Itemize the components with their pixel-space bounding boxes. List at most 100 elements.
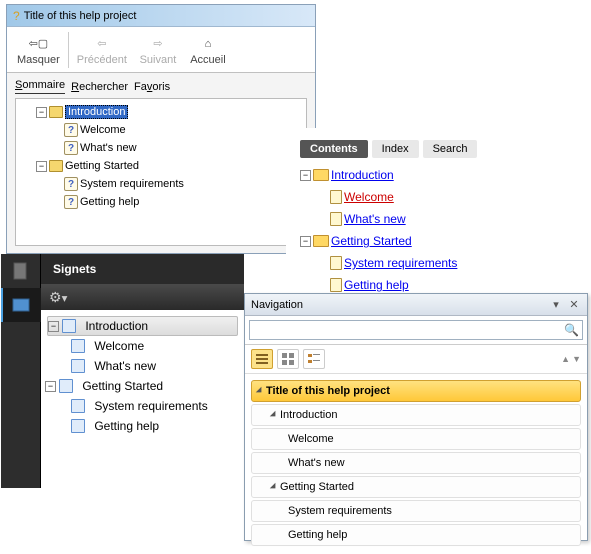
tree-label: Getting help (94, 419, 159, 433)
dropdown-icon[interactable]: ▾ (549, 298, 563, 312)
tree-row-whatsnew[interactable]: What's new (300, 208, 572, 230)
next-button[interactable]: ⇨Suivant (133, 32, 183, 68)
nav-row-whatsnew[interactable]: What's new (251, 452, 581, 474)
chm-tree[interactable]: − Introduction ? Welcome ? What's new − … (15, 98, 307, 246)
nav-label: System requirements (288, 505, 392, 517)
web-tree[interactable]: − Introduction Welcome What's new − Gettin… (300, 164, 572, 296)
tree-row-getting[interactable]: − Getting Started (45, 376, 240, 396)
down-icon[interactable]: ▼ (572, 354, 581, 364)
tree-row-intro[interactable]: − Introduction (47, 316, 238, 336)
question-icon: ? (64, 177, 78, 191)
page-icon (59, 379, 73, 393)
tree-label: System requirements (94, 399, 207, 413)
folder-open-icon (313, 169, 329, 181)
sidebar-book-icon[interactable] (1, 288, 41, 322)
tab-favoris[interactable]: Favoris (134, 79, 170, 94)
search-input[interactable] (249, 320, 583, 340)
tab-rechercher[interactable]: Rechercher (71, 79, 128, 94)
prev-icon: ⇦ (97, 34, 106, 54)
expander-icon[interactable]: − (45, 381, 56, 392)
tree-row-sysreq[interactable]: System requirements (300, 252, 572, 274)
next-label: Suivant (140, 54, 177, 66)
nav-row-intro[interactable]: Introduction (251, 404, 581, 426)
tree-row-gethelp[interactable]: Getting help (45, 416, 240, 436)
tree-link[interactable]: Welcome (344, 186, 394, 208)
tree-row-getting[interactable]: − Getting Started (20, 157, 302, 175)
nav-tree[interactable]: Title of this help project Introduction … (245, 374, 587, 554)
tree-link[interactable]: Getting Started (331, 230, 412, 252)
page-icon (71, 399, 85, 413)
expander-icon[interactable]: − (300, 236, 311, 247)
dark-tree[interactable]: − Introduction Welcome What's new − Gett… (41, 310, 244, 488)
up-icon[interactable]: ▲ (561, 354, 570, 364)
tree-label: Welcome (94, 339, 144, 353)
nav-label: Getting help (288, 529, 347, 541)
nav-row-welcome[interactable]: Welcome (251, 428, 581, 450)
prev-button[interactable]: ⇦Précédent (71, 32, 133, 68)
dark-toolbar: ⚙▾ (41, 284, 244, 310)
home-icon: ⌂ (205, 34, 212, 54)
view-detail-icon[interactable] (303, 349, 325, 369)
dark-help-window: Signets ⚙▾ − Introduction Welcome What's… (1, 254, 244, 488)
nav-label: Welcome (288, 433, 334, 445)
tree-row-sysreq[interactable]: System requirements (45, 396, 240, 416)
tree-link[interactable]: What's new (344, 208, 406, 230)
tree-row-gethelp[interactable]: ? Getting help (20, 193, 302, 211)
tree-label: Introduction (65, 105, 128, 119)
tree-label: System requirements (80, 178, 184, 190)
nav-label: Introduction (280, 409, 337, 421)
page-icon (71, 419, 85, 433)
gear-icon[interactable]: ⚙▾ (49, 289, 67, 306)
nav-row-getting[interactable]: Getting Started (251, 476, 581, 498)
tab-contents[interactable]: Contents (300, 140, 368, 158)
nav-row-root[interactable]: Title of this help project (251, 380, 581, 402)
search-icon[interactable]: 🔍 (564, 323, 579, 337)
chm-help-window: ? Title of this help project ⇦▢Masquer ⇦… (6, 4, 316, 254)
tree-row-intro[interactable]: − Introduction (20, 103, 302, 121)
triangle-icon (270, 483, 278, 491)
navigation-pane: Navigation ▾ ✕ 🔍 ▲▼ Title of this help p… (244, 293, 588, 541)
folder-open-icon (313, 235, 329, 247)
tree-row-intro[interactable]: − Introduction (300, 164, 572, 186)
view-list-icon[interactable] (251, 349, 273, 369)
tab-sommaire[interactable]: SSommaireommaire (15, 79, 65, 94)
prev-label: Précédent (77, 54, 127, 66)
view-grid-icon[interactable] (277, 349, 299, 369)
tab-search[interactable]: Search (423, 140, 478, 158)
tree-label: Getting Started (65, 160, 139, 172)
sidebar-doc-icon[interactable] (1, 254, 41, 288)
tree-row-whatsnew[interactable]: What's new (45, 356, 240, 376)
expander-icon[interactable]: − (48, 321, 59, 332)
expander-icon[interactable]: − (36, 161, 47, 172)
home-button[interactable]: ⌂Accueil (183, 32, 233, 68)
page-icon (71, 359, 85, 373)
web-tabs: Contents Index Search (300, 140, 572, 158)
tree-row-welcome[interactable]: ? Welcome (20, 121, 302, 139)
question-icon: ? (64, 123, 78, 137)
tree-label: What's new (94, 359, 156, 373)
tree-row-welcome[interactable]: Welcome (300, 186, 572, 208)
hide-button[interactable]: ⇦▢Masquer (11, 32, 66, 68)
tree-row-getting[interactable]: − Getting Started (300, 230, 572, 252)
tree-row-sysreq[interactable]: ? System requirements (20, 175, 302, 193)
help-icon: ? (13, 9, 20, 23)
document-icon (330, 278, 342, 292)
document-icon (330, 212, 342, 226)
book-icon (49, 160, 63, 172)
tree-link[interactable]: System requirements (344, 252, 457, 274)
close-icon[interactable]: ✕ (567, 298, 581, 312)
dark-sidebar (1, 254, 41, 488)
tree-row-whatsnew[interactable]: ? What's new (20, 139, 302, 157)
tree-row-welcome[interactable]: Welcome (45, 336, 240, 356)
nav-row-gethelp[interactable]: Getting help (251, 524, 581, 546)
expander-icon[interactable]: − (300, 170, 311, 181)
document-icon (330, 256, 342, 270)
nav-view-buttons: ▲▼ (245, 345, 587, 374)
hide-label: Masquer (17, 54, 60, 66)
tree-link[interactable]: Introduction (331, 164, 394, 186)
expander-icon[interactable]: − (36, 107, 47, 118)
nav-row-sysreq[interactable]: System requirements (251, 500, 581, 522)
nav-search: 🔍 (245, 316, 587, 345)
tree-label: Welcome (80, 124, 126, 136)
tab-index[interactable]: Index (372, 140, 419, 158)
